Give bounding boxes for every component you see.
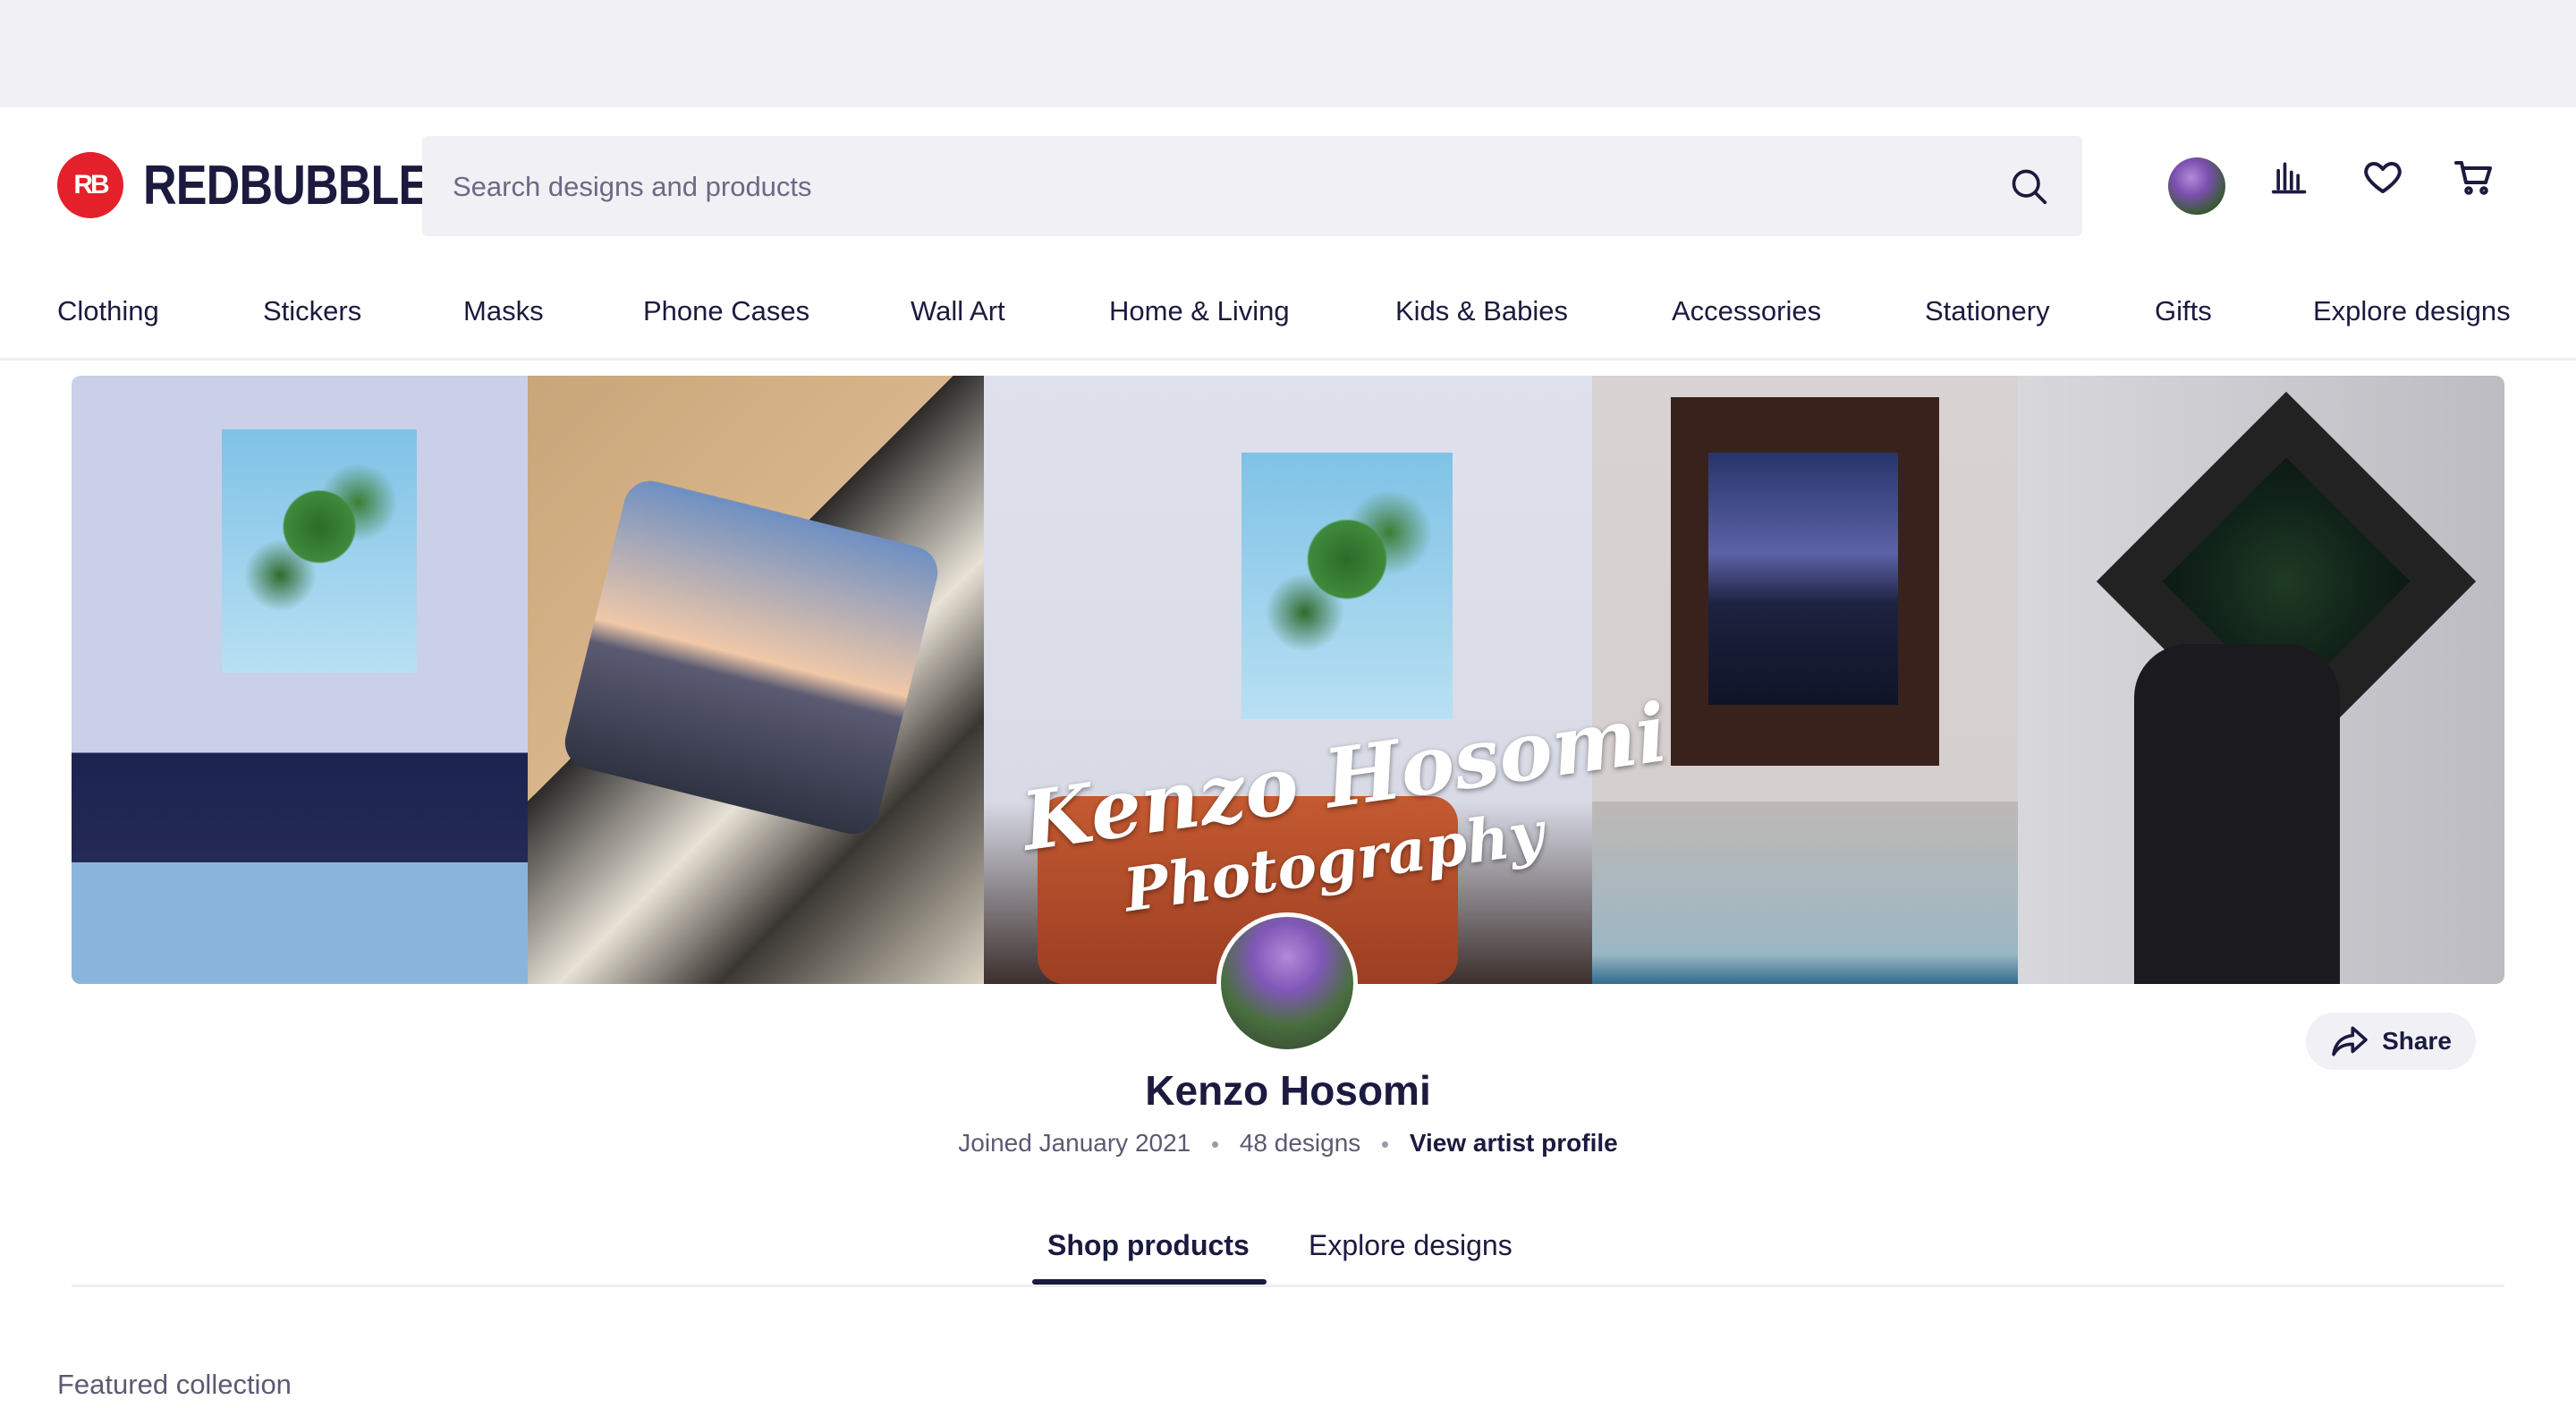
search-bar <box>422 136 2082 238</box>
site-header: RB REDBUBBLE <box>0 107 2576 250</box>
tab-shop-products[interactable]: Shop products <box>1047 1229 1250 1262</box>
canvas-print-image <box>222 429 417 673</box>
nav-item-home-living[interactable]: Home & Living <box>1109 295 1290 327</box>
nav-item-kids-babies[interactable]: Kids & Babies <box>1395 295 1568 327</box>
view-artist-profile-link[interactable]: View artist profile <box>1410 1129 1618 1157</box>
profile-banner: Kenzo Hosomi Photography <box>72 376 2504 984</box>
search-input[interactable] <box>451 136 1975 238</box>
logo-text: REDBUBBLE <box>143 154 429 216</box>
heart-icon[interactable] <box>2360 154 2406 200</box>
nav-item-stationery[interactable]: Stationery <box>1925 295 2050 327</box>
logo-mark-icon: RB <box>57 152 123 218</box>
share-icon <box>2332 1026 2368 1056</box>
joined-date: Joined January 2021 <box>958 1129 1191 1157</box>
tab-explore-designs[interactable]: Explore designs <box>1309 1229 1513 1262</box>
artist-name: Kenzo Hosomi <box>1145 1067 1431 1114</box>
nav-item-gifts[interactable]: Gifts <box>2155 295 2212 327</box>
nav-item-wall-art[interactable]: Wall Art <box>911 295 1005 327</box>
nav-item-masks[interactable]: Masks <box>463 295 544 327</box>
floor-pillow-image <box>559 475 944 840</box>
redbubble-logo[interactable]: RB REDBUBBLE <box>57 152 483 218</box>
featured-collection-heading: Featured collection <box>57 1369 292 1400</box>
poster-image <box>1241 453 1453 719</box>
category-nav: Clothing Stickers Masks Phone Cases Wall… <box>0 268 2576 360</box>
artist-avatar <box>1216 912 1358 1054</box>
designs-count: 48 designs <box>1239 1129 1361 1157</box>
banner-panel-model <box>2018 376 2504 984</box>
separator-dot <box>1382 1141 1389 1149</box>
nav-item-phone-cases[interactable]: Phone Cases <box>643 295 809 327</box>
active-tab-indicator <box>1032 1279 1267 1285</box>
nav-item-stickers[interactable]: Stickers <box>263 295 361 327</box>
banner-panel-bedroom <box>72 376 528 984</box>
user-avatar[interactable] <box>2168 157 2225 215</box>
frame-image <box>1671 397 1939 766</box>
artist-meta: Joined January 2021 48 designs View arti… <box>0 1129 2576 1158</box>
banner-panel-framed-print <box>1592 376 2018 984</box>
model-figure-image <box>2134 644 2340 984</box>
nav-item-clothing[interactable]: Clothing <box>57 295 159 327</box>
profile-tabs: Shop products Explore designs <box>72 1217 2504 1287</box>
banner-panel-pillow <box>528 376 984 984</box>
browser-top-band <box>0 0 2576 107</box>
share-button[interactable]: Share <box>2306 1013 2476 1070</box>
city-photo-image <box>1708 453 1898 705</box>
nav-item-accessories[interactable]: Accessories <box>1672 295 1821 327</box>
stats-icon[interactable] <box>2267 154 2313 200</box>
separator-dot <box>1212 1141 1219 1149</box>
nav-item-explore-designs[interactable]: Explore designs <box>2313 295 2511 327</box>
search-icon[interactable] <box>2009 166 2048 206</box>
share-label: Share <box>2382 1027 2452 1055</box>
cart-icon[interactable] <box>2451 154 2497 200</box>
